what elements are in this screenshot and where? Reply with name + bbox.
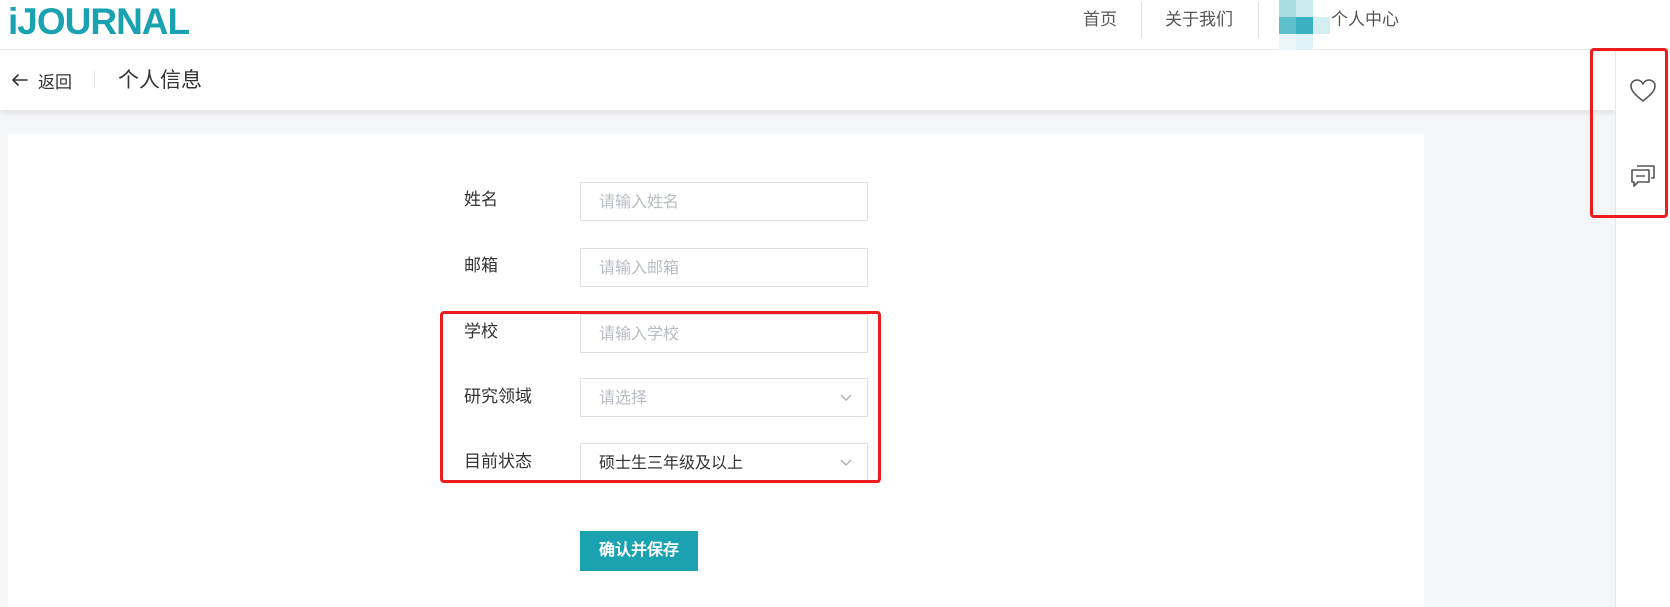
- email-input[interactable]: [599, 249, 867, 286]
- status-value: 硕士生三年级及以上: [599, 453, 744, 472]
- school-label: 学校: [464, 322, 498, 342]
- header-divider: [94, 70, 95, 88]
- nav-about-link[interactable]: 关于我们: [1165, 9, 1233, 31]
- email-label: 邮箱: [464, 256, 498, 276]
- school-input[interactable]: [599, 315, 867, 352]
- research-field-placeholder: 请选择: [599, 388, 648, 407]
- page-title: 个人信息: [118, 68, 202, 92]
- name-input[interactable]: [599, 183, 867, 220]
- chat-icon[interactable]: [1628, 160, 1658, 190]
- name-field-box: [580, 182, 868, 221]
- school-field-box: [580, 314, 868, 353]
- logo[interactable]: iJOURNAL: [8, 2, 190, 42]
- arrow-left-icon: [12, 74, 28, 86]
- nav-home-link[interactable]: 首页: [1083, 9, 1117, 31]
- save-button[interactable]: 确认并保存: [580, 531, 698, 571]
- name-label: 姓名: [464, 190, 498, 210]
- research-field-select[interactable]: 请选择: [580, 378, 868, 417]
- chevron-down-icon: [840, 394, 852, 401]
- profile-form-card: 姓名 邮箱 学校 研究领域 请选择 目前状态 硕士生三年级及以上 确认并保存: [8, 134, 1424, 607]
- right-sidebar: [1615, 50, 1670, 607]
- nav-user-center-link[interactable]: 个人中心: [1331, 9, 1399, 31]
- email-field-box: [580, 248, 868, 287]
- research-field-label: 研究领域: [464, 387, 532, 407]
- back-label: 返回: [38, 72, 72, 93]
- back-button[interactable]: 返回: [10, 68, 72, 93]
- top-navbar: iJOURNAL 首页 关于我们 个人中心: [0, 0, 1670, 50]
- page-header: 返回 个人信息: [0, 50, 1615, 110]
- heart-icon[interactable]: [1628, 76, 1658, 106]
- status-label: 目前状态: [464, 452, 532, 472]
- chevron-down-icon: [840, 459, 852, 466]
- avatar[interactable]: [1279, 0, 1331, 50]
- status-select[interactable]: 硕士生三年级及以上: [580, 443, 868, 482]
- nav-divider: [1258, 2, 1259, 38]
- nav-divider: [1141, 2, 1142, 38]
